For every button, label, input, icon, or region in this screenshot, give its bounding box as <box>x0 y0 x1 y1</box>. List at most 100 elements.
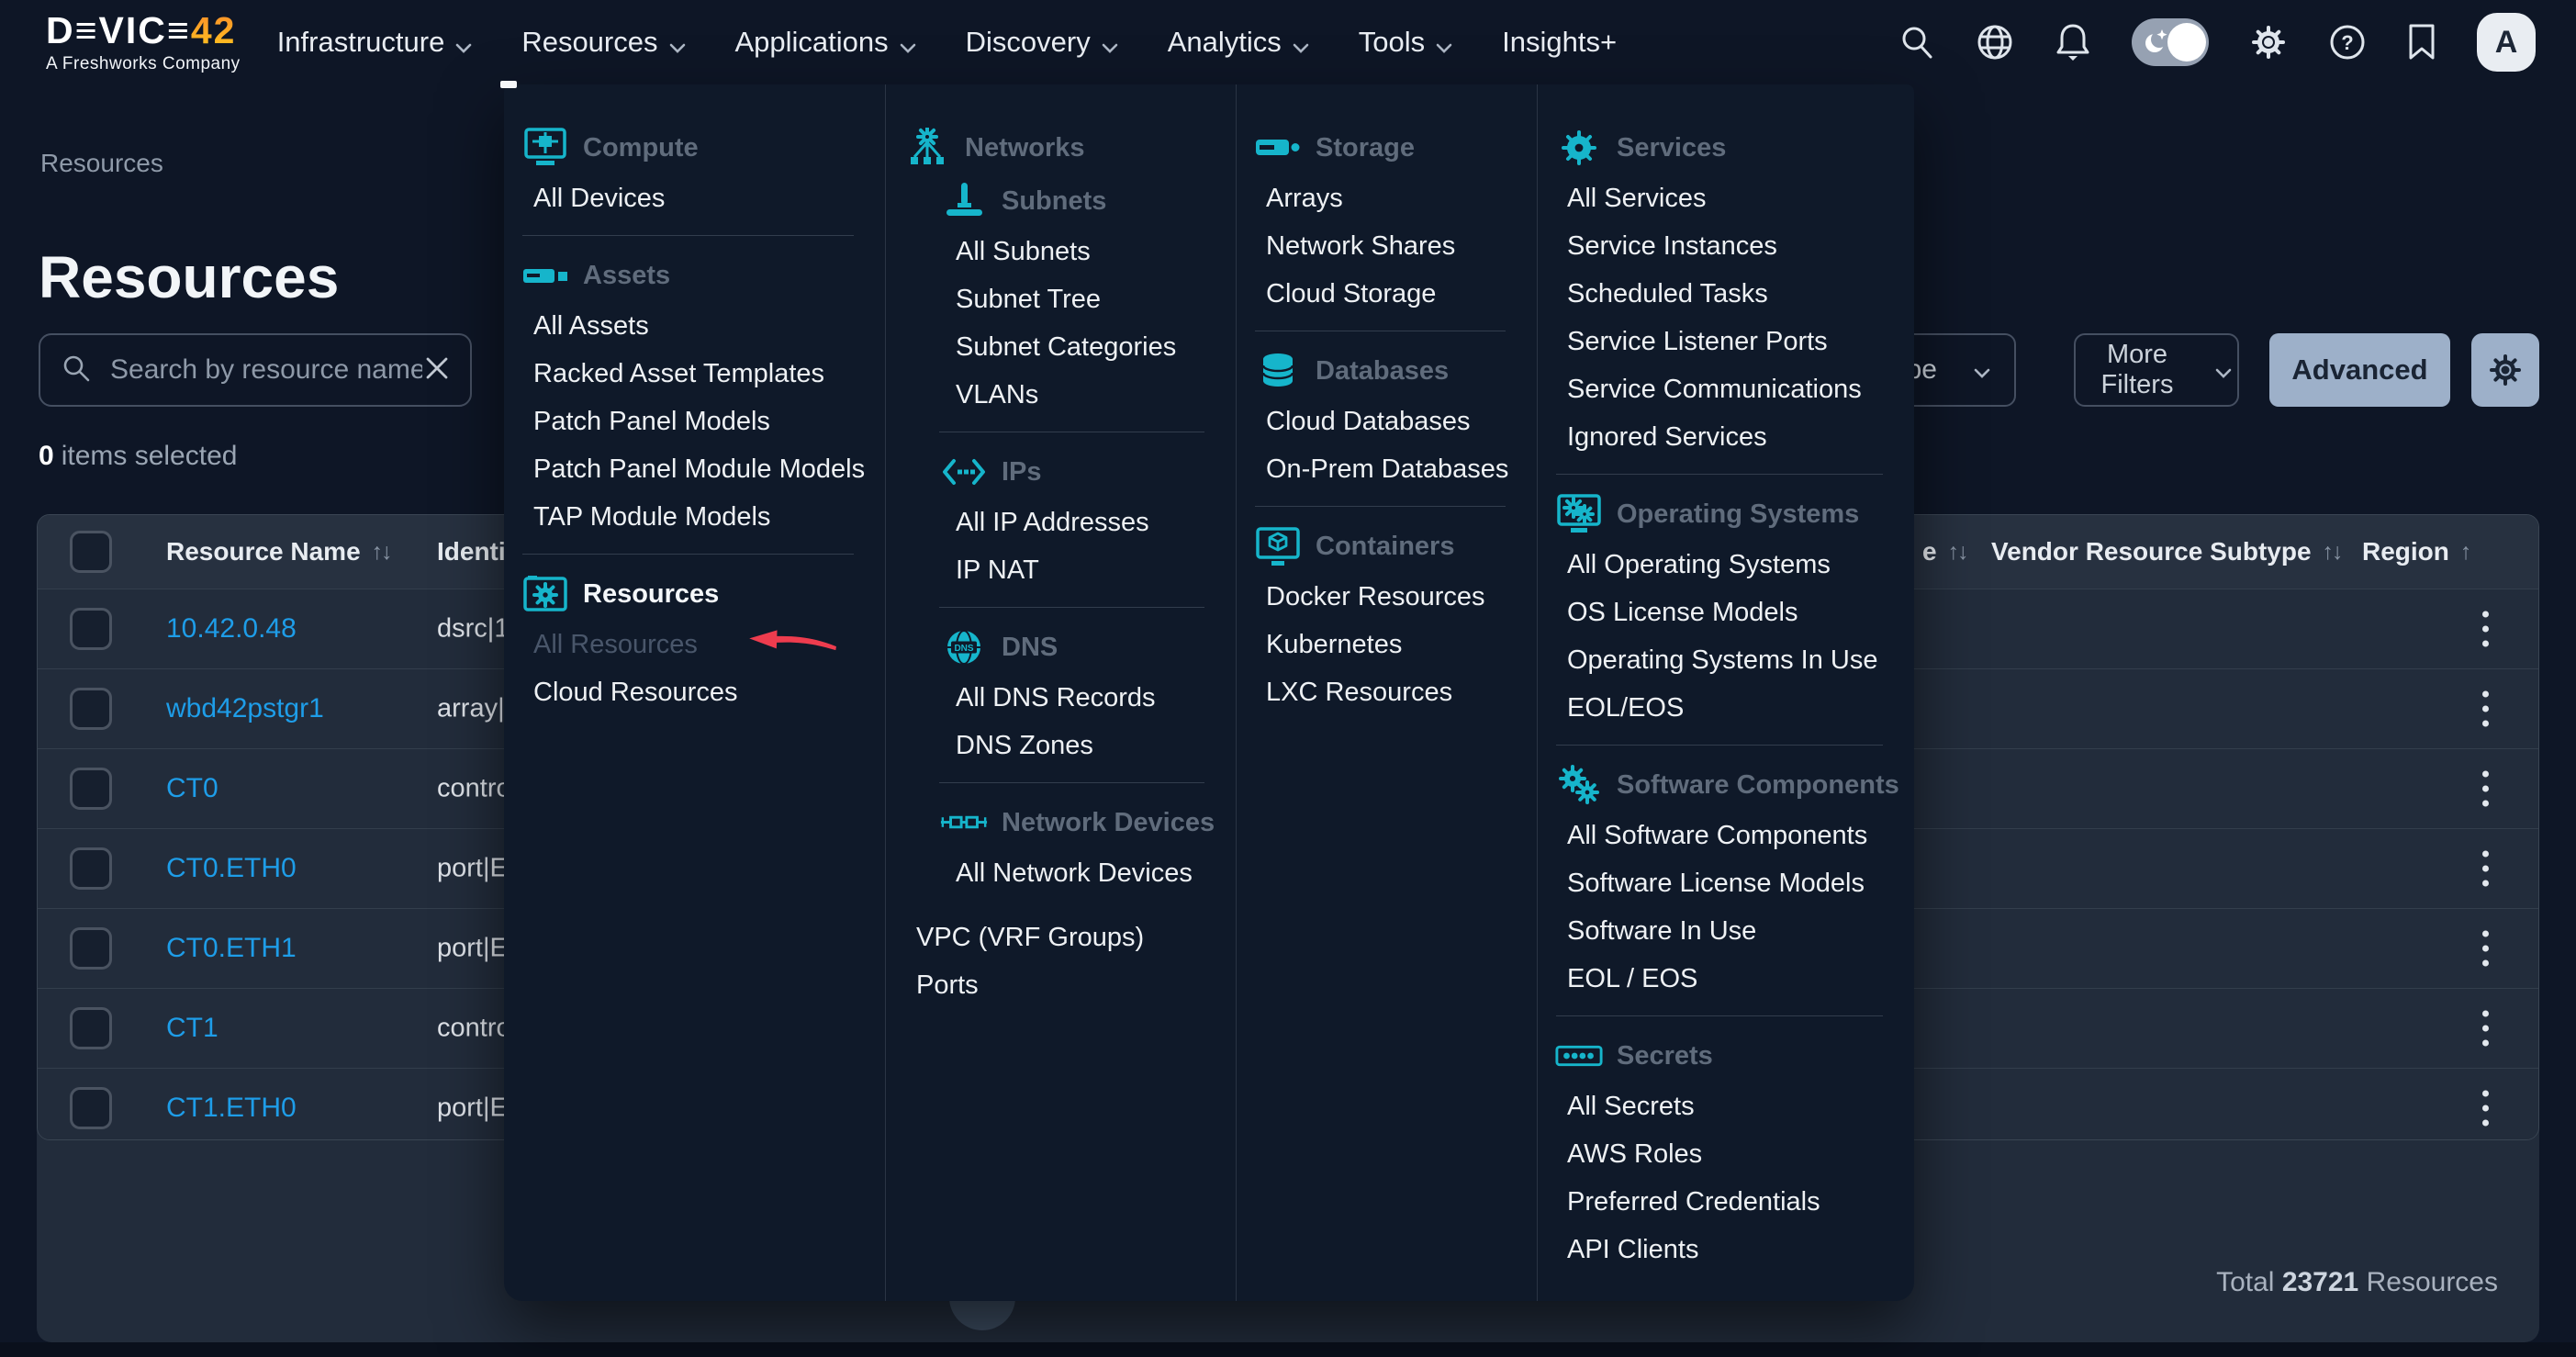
menu-item-service-listener-ports[interactable]: Service Listener Ports <box>1538 318 1914 365</box>
menu-item-arrays[interactable]: Arrays <box>1237 174 1537 222</box>
menu-divider <box>939 607 1204 608</box>
resource-name-link[interactable]: CT0 <box>166 773 218 804</box>
menu-item-vlans[interactable]: VLANs <box>886 371 1236 419</box>
clear-search-icon[interactable] <box>424 355 450 386</box>
menu-item-preferred-credentials[interactable]: Preferred Credentials <box>1538 1178 1914 1226</box>
row-actions-kebab-icon[interactable] <box>2477 686 2494 733</box>
menu-item-all-operating-systems[interactable]: All Operating Systems <box>1538 541 1914 589</box>
row-actions-kebab-icon[interactable] <box>2477 606 2494 653</box>
resource-name-link[interactable]: 10.42.0.48 <box>166 613 297 645</box>
menu-item-all-assets[interactable]: All Assets <box>504 302 885 350</box>
row-actions-kebab-icon[interactable] <box>2477 766 2494 813</box>
row-actions-kebab-icon[interactable] <box>2477 925 2494 972</box>
row-checkbox[interactable] <box>70 1007 112 1049</box>
menu-item-ports[interactable]: Ports <box>886 961 1236 1009</box>
menu-item-subnet-categories[interactable]: Subnet Categories <box>886 323 1236 371</box>
help-icon[interactable]: ? <box>2328 23 2367 62</box>
column-header-vendor-resource-subtype[interactable]: Vendor Resource Subtype↑↓ <box>1991 537 2342 566</box>
menu-item-all-dns-records[interactable]: All DNS Records <box>886 674 1236 722</box>
menu-item-cloud-databases[interactable]: Cloud Databases <box>1237 398 1537 445</box>
globe-icon[interactable] <box>1976 23 2014 62</box>
nav-item-insights[interactable]: Insights+ <box>1502 26 1617 59</box>
nav-item-discovery[interactable]: Discovery <box>966 24 1118 61</box>
services-icon <box>1554 128 1604 168</box>
row-actions-kebab-icon[interactable] <box>2477 1085 2494 1132</box>
row-checkbox[interactable] <box>70 847 112 890</box>
menu-item-all-subnets[interactable]: All Subnets <box>886 228 1236 275</box>
menu-item-docker-resources[interactable]: Docker Resources <box>1237 573 1537 621</box>
menu-item-eol-eos[interactable]: EOL/EOS <box>1538 684 1914 732</box>
menu-item-all-services[interactable]: All Services <box>1538 174 1914 222</box>
nav-item-infrastructure[interactable]: Infrastructure <box>277 24 473 61</box>
table-settings-gear-button[interactable] <box>2471 333 2539 407</box>
more-filters-button[interactable]: More Filters <box>2074 333 2239 407</box>
menu-item-service-instances[interactable]: Service Instances <box>1538 222 1914 270</box>
resource-name-link[interactable]: CT0.ETH1 <box>166 933 297 964</box>
resource-name-link[interactable]: CT0.ETH0 <box>166 853 297 884</box>
menu-item-network-shares[interactable]: Network Shares <box>1237 222 1537 270</box>
row-checkbox[interactable] <box>70 608 112 650</box>
resource-name-link[interactable]: CT1.ETH0 <box>166 1093 297 1124</box>
theme-toggle[interactable] <box>2132 18 2209 66</box>
menu-item-on-prem-databases[interactable]: On-Prem Databases <box>1237 445 1537 493</box>
menu-item-operating-systems-in-use[interactable]: Operating Systems In Use <box>1538 636 1914 684</box>
containers-icon <box>1253 526 1303 566</box>
select-all-checkbox[interactable] <box>70 531 112 573</box>
row-checkbox[interactable] <box>70 768 112 810</box>
column-header-region[interactable]: Region↑ <box>2362 537 2470 566</box>
menu-item-dns-zones[interactable]: DNS Zones <box>886 722 1236 769</box>
column-header-e[interactable]: e↑↓ <box>1922 537 1967 566</box>
search-input[interactable] <box>108 353 424 387</box>
row-actions-kebab-icon[interactable] <box>2477 1005 2494 1052</box>
menu-item-patch-panel-models[interactable]: Patch Panel Models <box>504 398 885 445</box>
menu-item-kubernetes[interactable]: Kubernetes <box>1237 621 1537 668</box>
column-header-resource-name[interactable]: Resource Name↑↓ <box>166 537 391 566</box>
table-total: Total 23721 Resources <box>2216 1267 2498 1298</box>
dns-icon: DNS <box>939 627 989 667</box>
search-icon[interactable] <box>1898 24 1935 61</box>
menu-item-api-clients[interactable]: API Clients <box>1538 1226 1914 1273</box>
menu-item-all-software-components[interactable]: All Software Components <box>1538 812 1914 859</box>
menu-section-operating-systems: Operating Systems <box>1538 488 1914 541</box>
menu-item-cloud-resources[interactable]: Cloud Resources <box>504 668 885 716</box>
menu-item-os-license-models[interactable]: OS License Models <box>1538 589 1914 636</box>
menu-item-aws-roles[interactable]: AWS Roles <box>1538 1130 1914 1178</box>
nav-item-applications[interactable]: Applications <box>735 24 916 61</box>
menu-item-ignored-services[interactable]: Ignored Services <box>1538 413 1914 461</box>
menu-item-tap-module-models[interactable]: TAP Module Models <box>504 493 885 541</box>
chevron-down-icon <box>669 28 686 61</box>
menu-item-scheduled-tasks[interactable]: Scheduled Tasks <box>1538 270 1914 318</box>
user-avatar[interactable]: A <box>2477 13 2536 72</box>
resource-name-link[interactable]: wbd42pstgr1 <box>166 693 324 724</box>
menu-item-lxc-resources[interactable]: LXC Resources <box>1237 668 1537 716</box>
row-checkbox[interactable] <box>70 1087 112 1129</box>
device42-logo[interactable]: D≡VIC≡42 A Freshworks Company <box>46 12 241 73</box>
menu-item-all-devices[interactable]: All Devices <box>504 174 885 222</box>
menu-item-ip-nat[interactable]: IP NAT <box>886 546 1236 594</box>
row-checkbox[interactable] <box>70 688 112 730</box>
menu-item-all-network-devices[interactable]: All Network Devices <box>886 849 1236 897</box>
menu-item-racked-asset-templates[interactable]: Racked Asset Templates <box>504 350 885 398</box>
settings-gear-icon[interactable] <box>2249 23 2288 62</box>
menu-item-subnet-tree[interactable]: Subnet Tree <box>886 275 1236 323</box>
nav-item-tools[interactable]: Tools <box>1359 24 1452 61</box>
bookmark-icon[interactable] <box>2407 23 2436 62</box>
row-actions-kebab-icon[interactable] <box>2477 846 2494 892</box>
menu-item-cloud-storage[interactable]: Cloud Storage <box>1237 270 1537 318</box>
nav-item-resources[interactable]: Resources <box>521 24 685 61</box>
advanced-button[interactable]: Advanced <box>2269 333 2450 407</box>
breadcrumb[interactable]: Resources <box>40 149 163 178</box>
menu-item-patch-panel-module-models[interactable]: Patch Panel Module Models <box>504 445 885 493</box>
nav-item-analytics[interactable]: Analytics <box>1168 24 1309 61</box>
resource-name-link[interactable]: CT1 <box>166 1013 218 1044</box>
menu-item-all-secrets[interactable]: All Secrets <box>1538 1082 1914 1130</box>
menu-item-all-ip-addresses[interactable]: All IP Addresses <box>886 499 1236 546</box>
row-checkbox[interactable] <box>70 927 112 970</box>
menu-item-service-communications[interactable]: Service Communications <box>1538 365 1914 413</box>
menu-item-eol-eos[interactable]: EOL / EOS <box>1538 955 1914 1003</box>
notifications-bell-icon[interactable] <box>2055 22 2091 62</box>
menu-item-all-resources[interactable]: All Resources <box>504 621 885 668</box>
menu-item-software-license-models[interactable]: Software License Models <box>1538 859 1914 907</box>
menu-item-vpc-vrf-groups[interactable]: VPC (VRF Groups) <box>886 914 1236 961</box>
menu-item-software-in-use[interactable]: Software In Use <box>1538 907 1914 955</box>
